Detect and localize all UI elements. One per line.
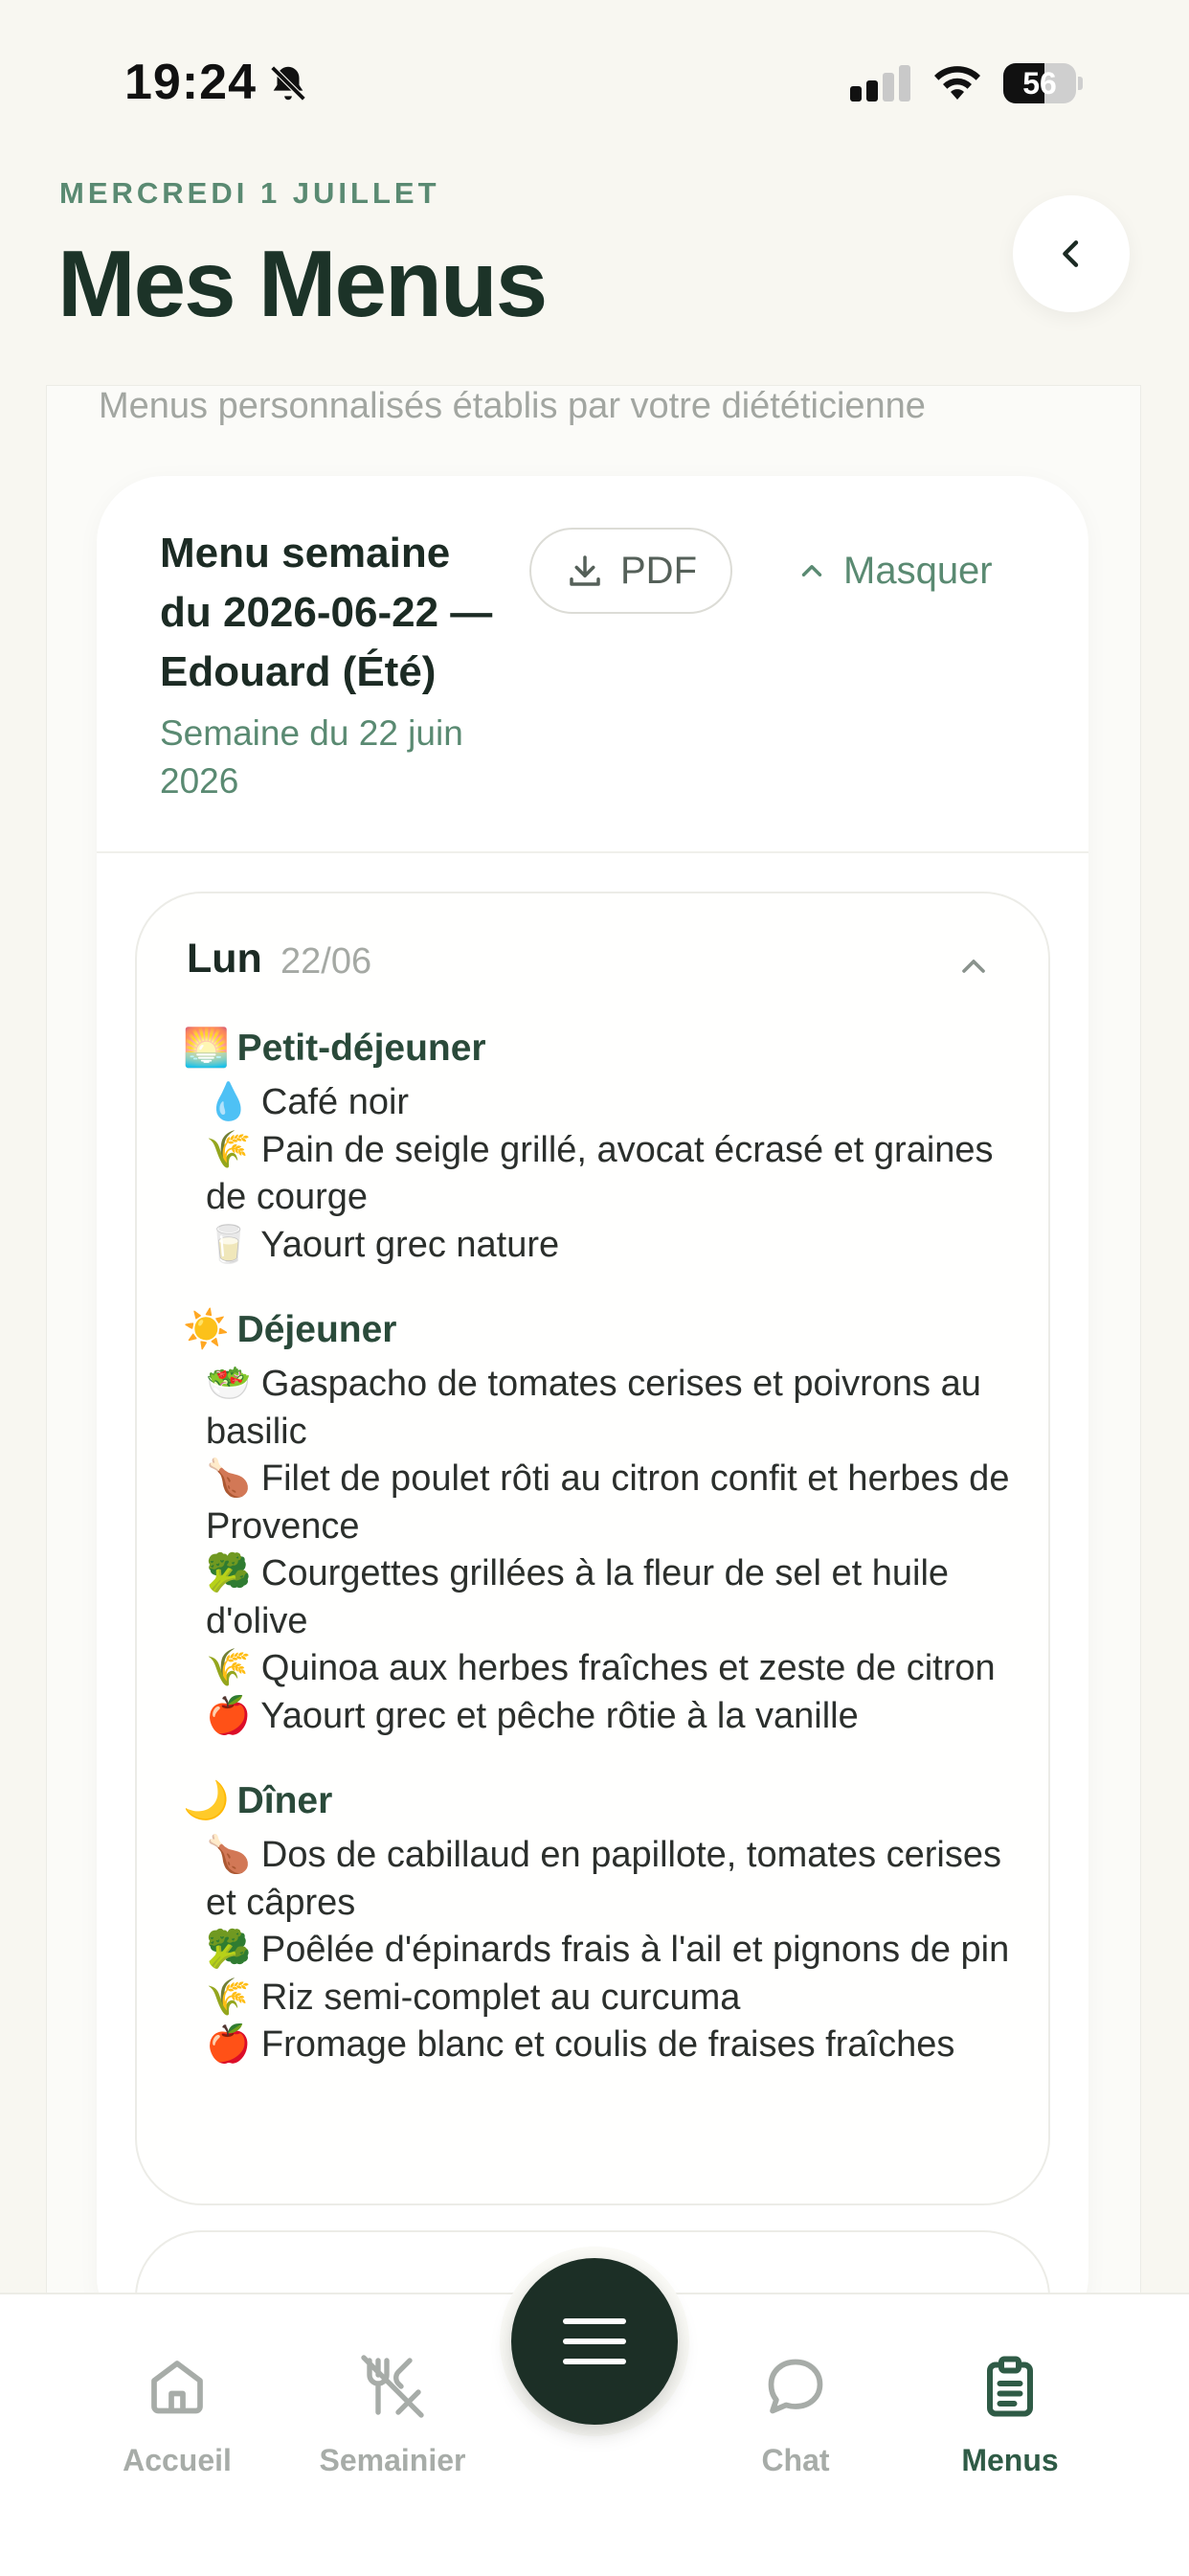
- collapse-day-chevron-icon[interactable]: [954, 947, 993, 985]
- cellular-signal-icon: [850, 65, 910, 102]
- battery-percent: 56: [1022, 66, 1057, 101]
- battery-indicator: 56: [1003, 63, 1084, 103]
- meal-list: 🌅 Petit-déjeuner 💧 Café noir 🌾 Pain de seig…: [183, 1024, 1016, 2069]
- meal-item-text: Fromage blanc et coulis de fraises fraîc…: [260, 2024, 955, 2065]
- status-time: 19:24: [124, 55, 257, 110]
- day-card: Lun 22/06 🌅 Petit-déjeuner 💧 Café noir 🌾 Pa…: [135, 892, 1050, 2205]
- meal-item-text: Café noir: [260, 1082, 410, 1122]
- meal-item: 🌾 Pain de seigle grillé, avocat écrasé e…: [206, 1127, 1016, 1222]
- meal-item: 🍎 Yaourt grec et pêche rôtie à la vanill…: [206, 1693, 1016, 1741]
- tab-label: Semainier: [319, 2443, 466, 2477]
- page-title: Mes Menus: [57, 231, 548, 336]
- meal-item-emoji: 🍎: [206, 1695, 252, 1736]
- tab-menus[interactable]: Menus: [914, 2352, 1106, 2478]
- wifi-icon: [934, 66, 980, 100]
- meal-item: 🌾 Quinoa aux herbes fraîches et zeste de…: [206, 1645, 1016, 1693]
- utensils-off-icon: [361, 2355, 424, 2418]
- meal-item-text: Riz semi-complet au curcuma: [260, 1977, 741, 2018]
- meal-item-emoji: 🍎: [206, 2024, 252, 2065]
- meal-item-emoji: 🥦: [206, 1553, 252, 1593]
- meal-item-text: Yaourt grec nature: [260, 1224, 560, 1265]
- meal-label: Déjeuner: [236, 1309, 397, 1350]
- tab-label: Accueil: [123, 2443, 232, 2477]
- meal-heading: 🌅 Petit-déjeuner: [183, 1024, 1016, 1073]
- meal-item: 🥗 Gaspacho de tomates cerises et poivron…: [206, 1361, 1016, 1456]
- day-name[interactable]: Lun: [187, 936, 262, 983]
- tab-semainier[interactable]: Semainier: [297, 2352, 488, 2478]
- meal-item-emoji: 🍗: [206, 1458, 252, 1499]
- meal-item: 🍎 Fromage blanc et coulis de fraises fra…: [206, 2022, 1016, 2069]
- meal-item-emoji: 🥛: [206, 1224, 252, 1265]
- back-button[interactable]: [1013, 195, 1130, 312]
- meal-item: 🍗 Filet de poulet rôti au citron confit …: [206, 1456, 1016, 1550]
- meal-item-text: Dos de cabillaud en papillote, tomates c…: [206, 1835, 1001, 1923]
- clipboard-icon: [987, 2356, 1033, 2417]
- status-bar: 19:24 56: [0, 0, 1189, 163]
- tab-chat[interactable]: Chat: [700, 2352, 891, 2478]
- meal-item-text: Courgettes grillées à la fleur de sel et…: [206, 1553, 950, 1641]
- meal-label: Dîner: [236, 1780, 333, 1821]
- meal-item-emoji: 💧: [206, 1082, 252, 1122]
- menu-fab-button[interactable]: [511, 2258, 678, 2425]
- meal-item-emoji: 🌾: [206, 1648, 252, 1688]
- meal-heading: ☀️ Déjeuner: [183, 1305, 1016, 1355]
- page-subtitle: Menus personnalisés établis par votre di…: [99, 386, 926, 426]
- menu-card: Menu semaine du 2026-06-22 — Edouard (Ét…: [97, 476, 1088, 2301]
- bell-muted-icon: [269, 64, 307, 102]
- meal-item-emoji: 🌾: [206, 1977, 252, 2018]
- menus-panel: Menus personnalisés établis par votre di…: [46, 385, 1141, 2302]
- chevron-left-icon: [1063, 240, 1079, 267]
- home-icon: [151, 2361, 203, 2414]
- meal-item: 🍗 Dos de cabillaud en papillote, tomates…: [206, 1832, 1016, 1927]
- meal-item: 🥦 Courgettes grillées à la fleur de sel …: [206, 1550, 1016, 1645]
- meal-item-emoji: 🥦: [206, 1930, 252, 1970]
- meal-item-text: Yaourt grec et pêche rôtie à la vanille: [260, 1695, 859, 1736]
- chat-icon: [768, 2359, 823, 2414]
- meal-item-text: Poêlée d'épinards frais à l'ail et pigno…: [260, 1930, 1010, 1970]
- pdf-button-label: PDF: [620, 549, 697, 592]
- meal-item-text: Quinoa aux herbes fraîches et zeste de c…: [260, 1648, 996, 1688]
- meal-item-emoji: 🥗: [206, 1364, 252, 1404]
- meal-items: 🍗 Dos de cabillaud en papillote, tomates…: [206, 1832, 1016, 2069]
- meal-emoji: 🌅: [183, 1028, 230, 1069]
- menu-title: Menu semaine du 2026-06-22 — Edouard (Ét…: [160, 530, 493, 695]
- meal-item: 🥦 Poêlée d'épinards frais à l'ail et pig…: [206, 1927, 1016, 1975]
- hide-button-label: Masquer: [843, 549, 993, 592]
- tab-label: Menus: [961, 2443, 1059, 2477]
- meal-item-text: Pain de seigle grillé, avocat écrasé et …: [206, 1129, 994, 1218]
- meal-item: 🌾 Riz semi-complet au curcuma: [206, 1975, 1016, 2022]
- meal-heading: 🌙 Dîner: [183, 1776, 1016, 1826]
- meal-emoji: ☀️: [183, 1309, 230, 1350]
- meal-item-emoji: 🌾: [206, 1129, 252, 1170]
- tab-accueil[interactable]: Accueil: [81, 2352, 273, 2478]
- meal-item: 🥛 Yaourt grec nature: [206, 1222, 1016, 1270]
- meal-item: 💧 Café noir: [206, 1079, 1016, 1127]
- hamburger-icon: [563, 2318, 626, 2364]
- day-date: 22/06: [280, 941, 372, 982]
- download-pdf-button[interactable]: PDF: [529, 528, 732, 614]
- hide-menu-button[interactable]: Masquer: [796, 547, 993, 595]
- divider: [97, 851, 1088, 853]
- meal-items: 🥗 Gaspacho de tomates cerises et poivron…: [206, 1361, 1016, 1740]
- meal-item-emoji: 🍗: [206, 1835, 252, 1875]
- header-date: MERCREDI 1 JUILLET: [59, 176, 440, 210]
- meal-emoji: 🌙: [183, 1780, 230, 1821]
- tab-label: Chat: [761, 2443, 830, 2477]
- menu-week-label: Semaine du 22 juin 2026: [160, 713, 463, 801]
- chevron-up-icon: [801, 565, 822, 576]
- meal-item-text: Gaspacho de tomates cerises et poivrons …: [206, 1364, 981, 1452]
- meal-items: 💧 Café noir 🌾 Pain de seigle grillé, avoc…: [206, 1079, 1016, 1269]
- meal-label: Petit-déjeuner: [236, 1028, 486, 1069]
- download-icon: [570, 555, 600, 586]
- meal-item-text: Filet de poulet rôti au citron confit et…: [206, 1458, 1010, 1547]
